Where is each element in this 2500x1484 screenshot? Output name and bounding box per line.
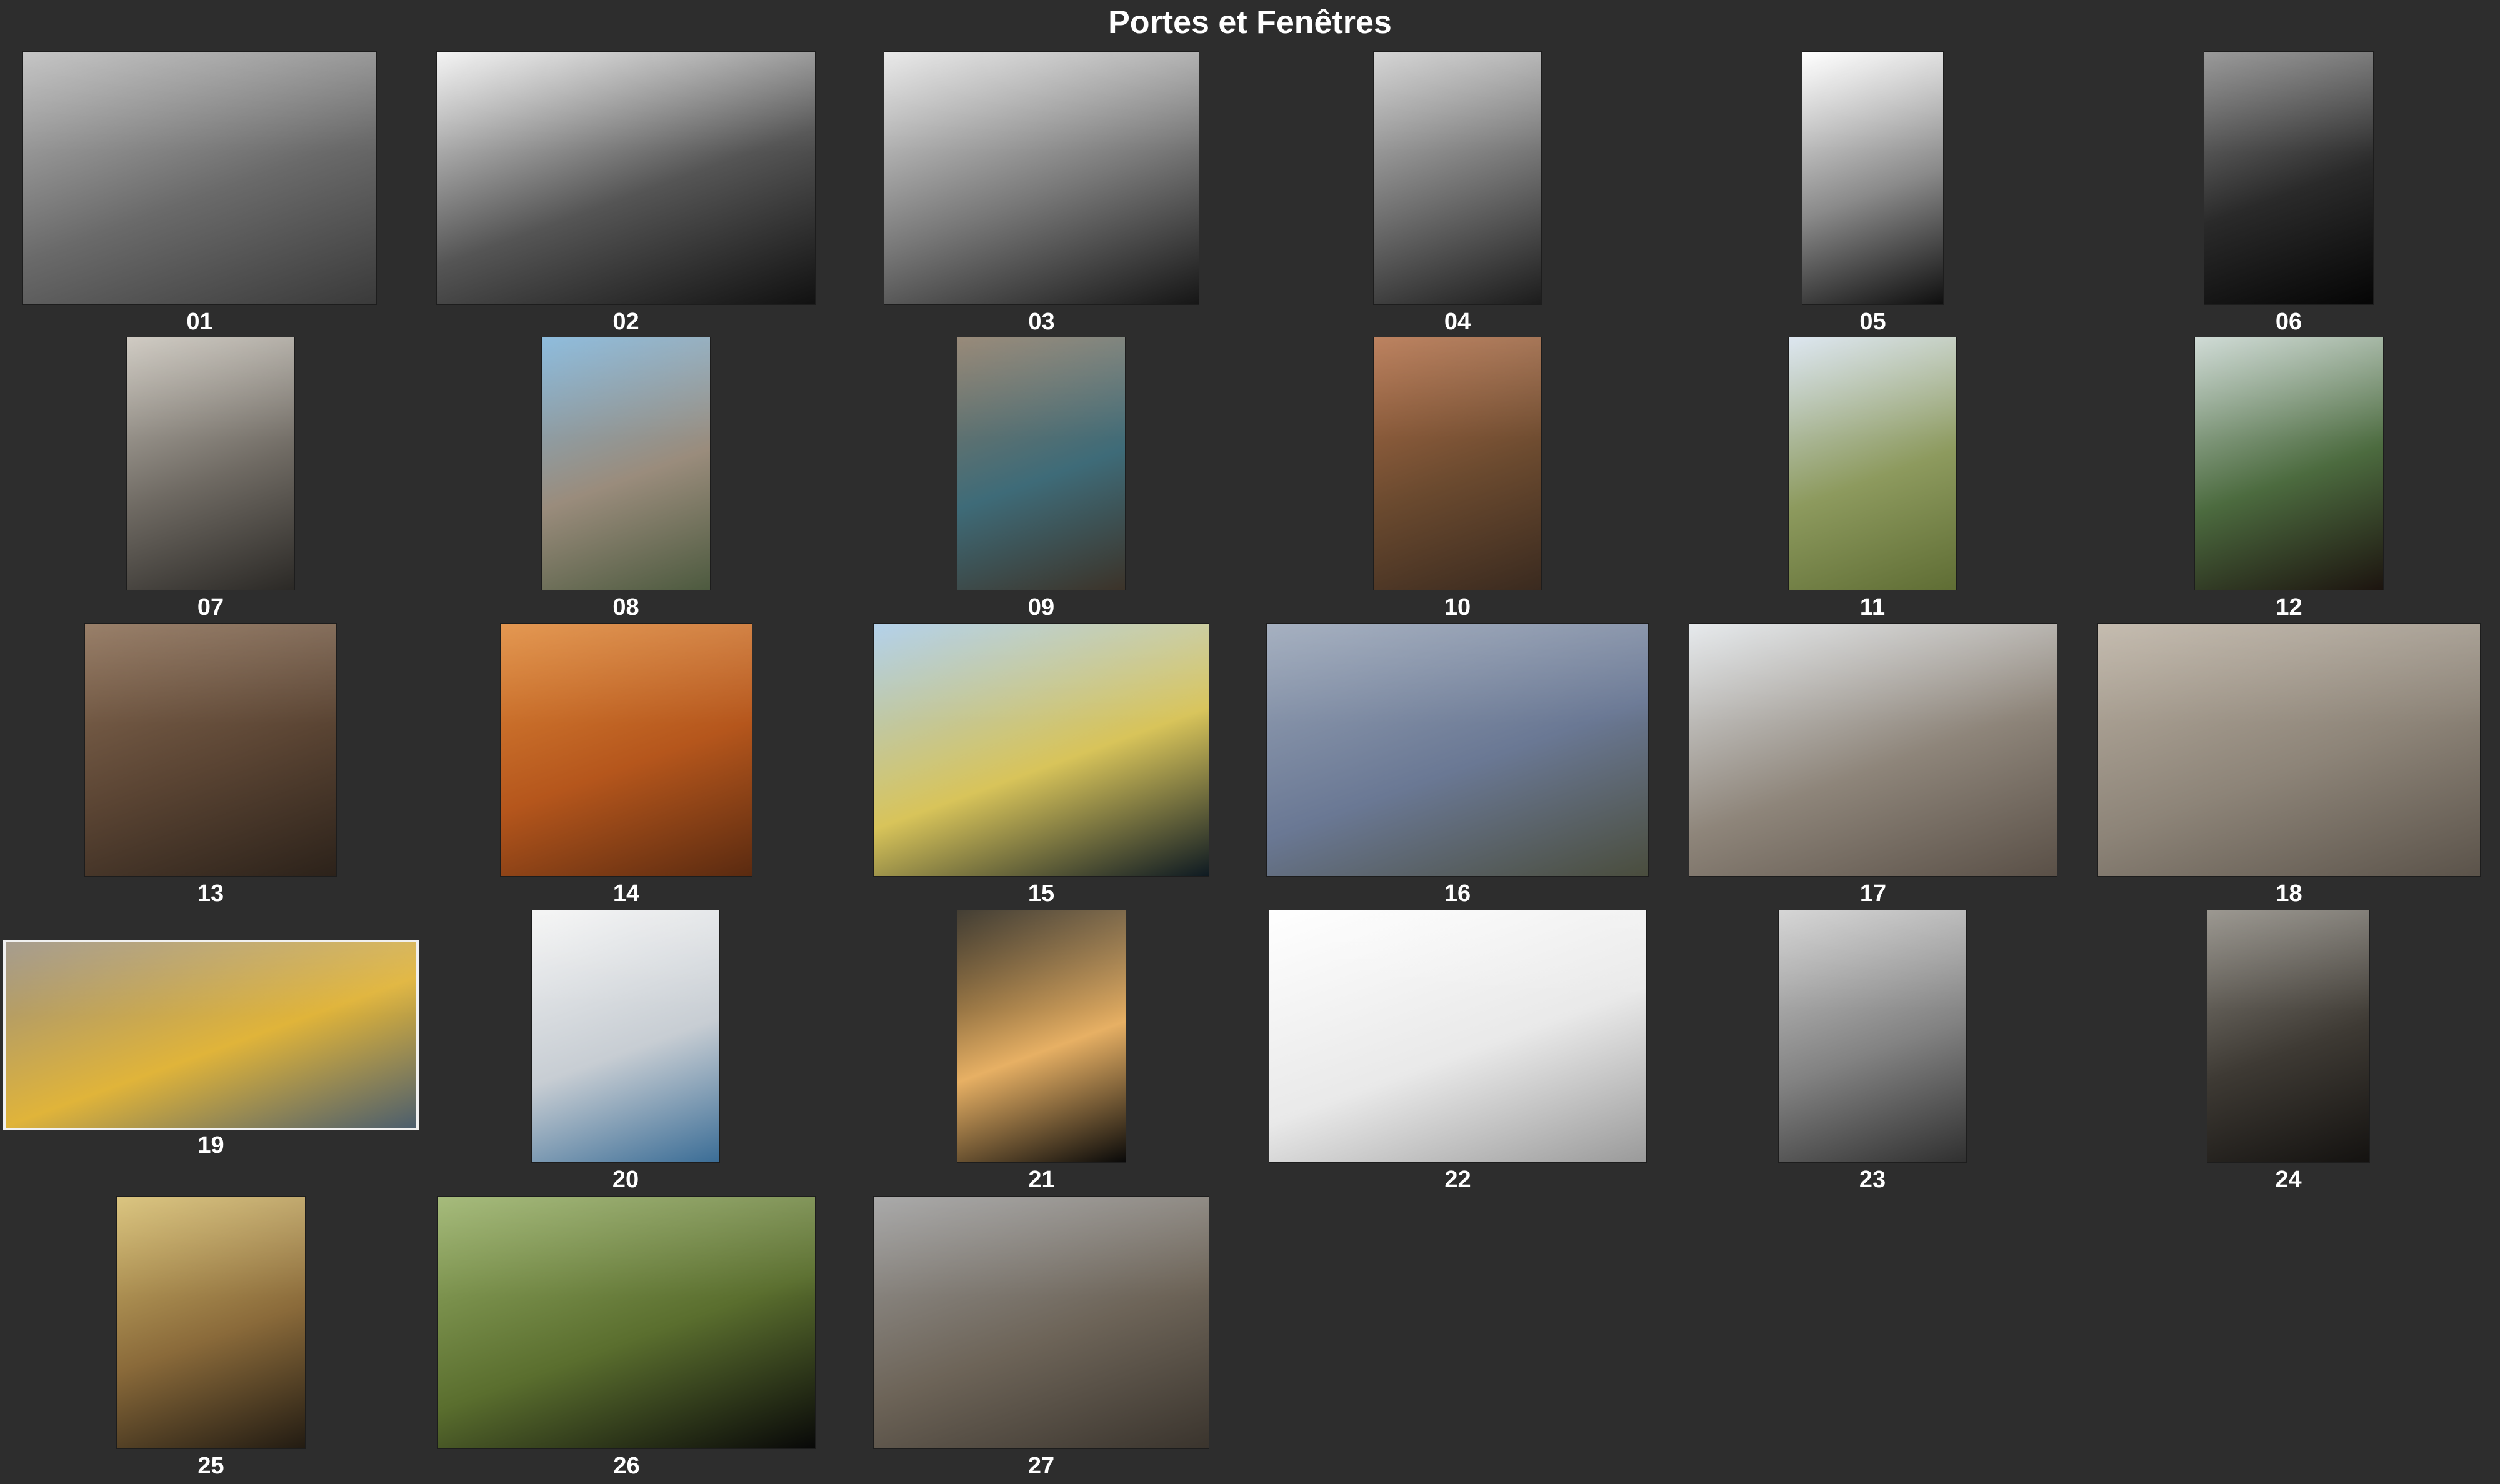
photo-sheen xyxy=(884,52,1199,153)
photo-thumbnail-26[interactable] xyxy=(438,1197,815,1448)
photo-sheen xyxy=(1267,624,1648,725)
photo-thumbnail-13[interactable] xyxy=(85,624,336,876)
thumbnail-number: 15 xyxy=(1028,880,1055,907)
photo-sheen xyxy=(1374,337,1541,439)
thumbnail-number: 14 xyxy=(612,880,640,907)
photo-thumbnail-19[interactable] xyxy=(6,942,416,1128)
thumbnail-number: 22 xyxy=(1444,1167,1471,1193)
photo-thumbnail-25[interactable] xyxy=(117,1197,305,1448)
photo-sheen xyxy=(2208,910,2369,1012)
photo-sheen xyxy=(2098,624,2480,725)
thumbnail-number: 09 xyxy=(1028,594,1055,620)
photo-thumbnail-08[interactable] xyxy=(542,337,710,590)
thumbnail-number: 17 xyxy=(1859,880,1887,907)
photo-sheen xyxy=(2195,337,2383,439)
photo-thumbnail-22[interactable] xyxy=(1269,910,1646,1162)
thumbnail-number: 02 xyxy=(612,309,639,335)
thumbnail-gallery: 01 02 03 04 05 06 07 08 09 10 11 12 13 14 15 16 17 18 19 20… xyxy=(0,0,2500,1484)
thumbnail-number: 18 xyxy=(2276,880,2302,907)
thumbnail-number: 12 xyxy=(2276,594,2302,620)
photo-sheen xyxy=(501,624,752,725)
photo-sheen xyxy=(6,942,416,1017)
thumbnail-number: 20 xyxy=(612,1167,639,1193)
thumbnail-number: 23 xyxy=(1859,1167,1886,1193)
thumbnail-number: 07 xyxy=(197,594,224,620)
photo-thumbnail-03[interactable] xyxy=(884,52,1199,304)
photo-sheen xyxy=(532,910,719,1012)
photo-thumbnail-04[interactable] xyxy=(1374,52,1541,304)
photo-thumbnail-20[interactable] xyxy=(532,910,719,1162)
photo-sheen xyxy=(1789,337,1956,439)
photo-thumbnail-16[interactable] xyxy=(1267,624,1648,876)
photo-thumbnail-05[interactable] xyxy=(1802,52,1943,304)
photo-sheen xyxy=(85,624,336,725)
photo-thumbnail-18[interactable] xyxy=(2098,624,2480,876)
thumbnail-number: 06 xyxy=(2275,309,2302,335)
photo-sheen xyxy=(1779,910,1966,1012)
photo-sheen xyxy=(542,337,710,439)
photo-sheen xyxy=(23,52,376,153)
photo-thumbnail-09[interactable] xyxy=(958,337,1125,590)
photo-sheen xyxy=(2204,52,2373,153)
thumbnail-number: 03 xyxy=(1028,309,1055,335)
photo-thumbnail-15[interactable] xyxy=(874,624,1209,876)
photo-thumbnail-11[interactable] xyxy=(1789,337,1956,590)
photo-sheen xyxy=(437,52,815,153)
photo-thumbnail-01[interactable] xyxy=(23,52,376,304)
thumbnail-number: 16 xyxy=(1444,880,1471,907)
photo-thumbnail-17[interactable] xyxy=(1689,624,2057,876)
thumbnail-number: 08 xyxy=(612,594,639,620)
photo-sheen xyxy=(127,337,294,439)
thumbnail-number: 26 xyxy=(613,1453,640,1479)
thumbnail-number: 01 xyxy=(186,309,213,335)
photo-sheen xyxy=(1802,52,1943,153)
thumbnail-number: 21 xyxy=(1028,1167,1055,1193)
photo-thumbnail-27[interactable] xyxy=(874,1197,1209,1448)
photo-sheen xyxy=(1374,52,1541,153)
thumbnail-number: 27 xyxy=(1028,1453,1055,1479)
photo-sheen xyxy=(1689,624,2057,725)
thumbnail-number: 13 xyxy=(197,880,224,907)
photo-thumbnail-02[interactable] xyxy=(437,52,815,304)
thumbnail-number: 04 xyxy=(1444,309,1471,335)
photo-sheen xyxy=(874,624,1209,725)
photo-thumbnail-23[interactable] xyxy=(1779,910,1966,1162)
photo-sheen xyxy=(958,910,1126,1012)
thumbnail-number: 05 xyxy=(1859,309,1886,335)
photo-sheen xyxy=(1269,910,1646,1012)
photo-sheen xyxy=(958,337,1125,439)
photo-sheen xyxy=(874,1197,1209,1298)
thumbnail-number: 10 xyxy=(1444,594,1471,620)
thumbnail-number: 19 xyxy=(198,1132,224,1158)
photo-thumbnail-07[interactable] xyxy=(127,337,294,590)
photo-thumbnail-24[interactable] xyxy=(2208,910,2369,1162)
thumbnail-number: 11 xyxy=(1859,594,1886,620)
photo-thumbnail-06[interactable] xyxy=(2204,52,2373,304)
photo-thumbnail-12[interactable] xyxy=(2195,337,2383,590)
thumbnail-number: 24 xyxy=(2275,1167,2302,1193)
photo-thumbnail-14[interactable] xyxy=(501,624,752,876)
photo-sheen xyxy=(117,1197,305,1298)
photo-thumbnail-10[interactable] xyxy=(1374,337,1541,590)
thumbnail-number: 25 xyxy=(198,1453,224,1479)
photo-sheen xyxy=(438,1197,815,1298)
photo-thumbnail-21[interactable] xyxy=(958,910,1126,1162)
